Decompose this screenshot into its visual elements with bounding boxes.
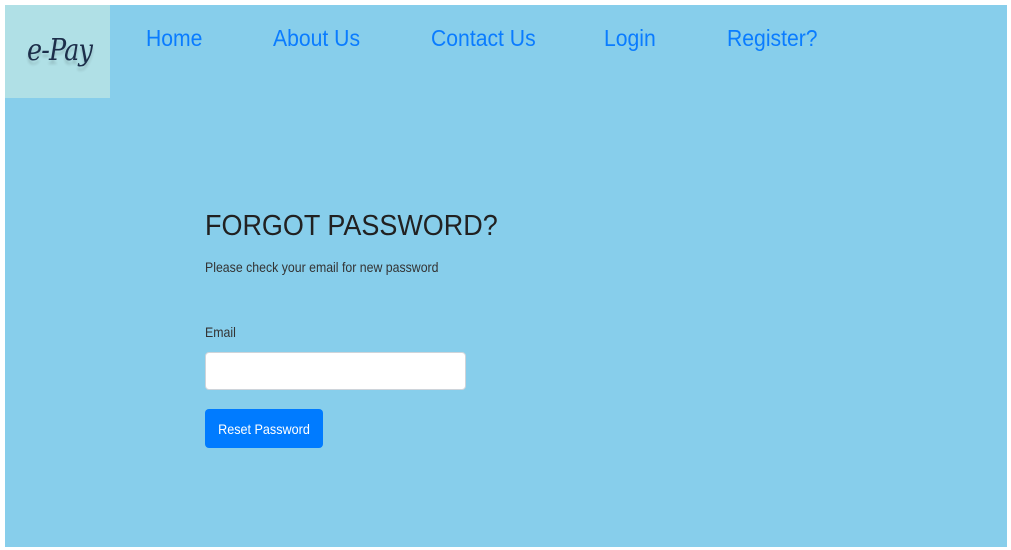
email-label: Email bbox=[205, 324, 236, 340]
email-input[interactable] bbox=[205, 352, 466, 390]
nav-home-link[interactable]: Home bbox=[146, 25, 202, 52]
nav-login-link[interactable]: Login bbox=[604, 25, 656, 52]
page-title: FORGOT PASSWORD? bbox=[205, 210, 498, 242]
reset-password-button-label: Reset Password bbox=[218, 420, 310, 437]
nav-about-us-link[interactable]: About Us bbox=[273, 25, 360, 52]
page-background: e-Pay Home About Us Contact Us Login Reg… bbox=[5, 5, 1007, 547]
logo[interactable]: e-Pay bbox=[5, 5, 110, 98]
reset-password-button[interactable]: Reset Password bbox=[205, 409, 323, 448]
page-subtitle: Please check your email for new password bbox=[205, 259, 439, 275]
logo-text: e-Pay bbox=[27, 33, 93, 68]
nav-contact-us-link[interactable]: Contact Us bbox=[431, 25, 536, 52]
nav-register-link[interactable]: Register? bbox=[727, 25, 818, 52]
